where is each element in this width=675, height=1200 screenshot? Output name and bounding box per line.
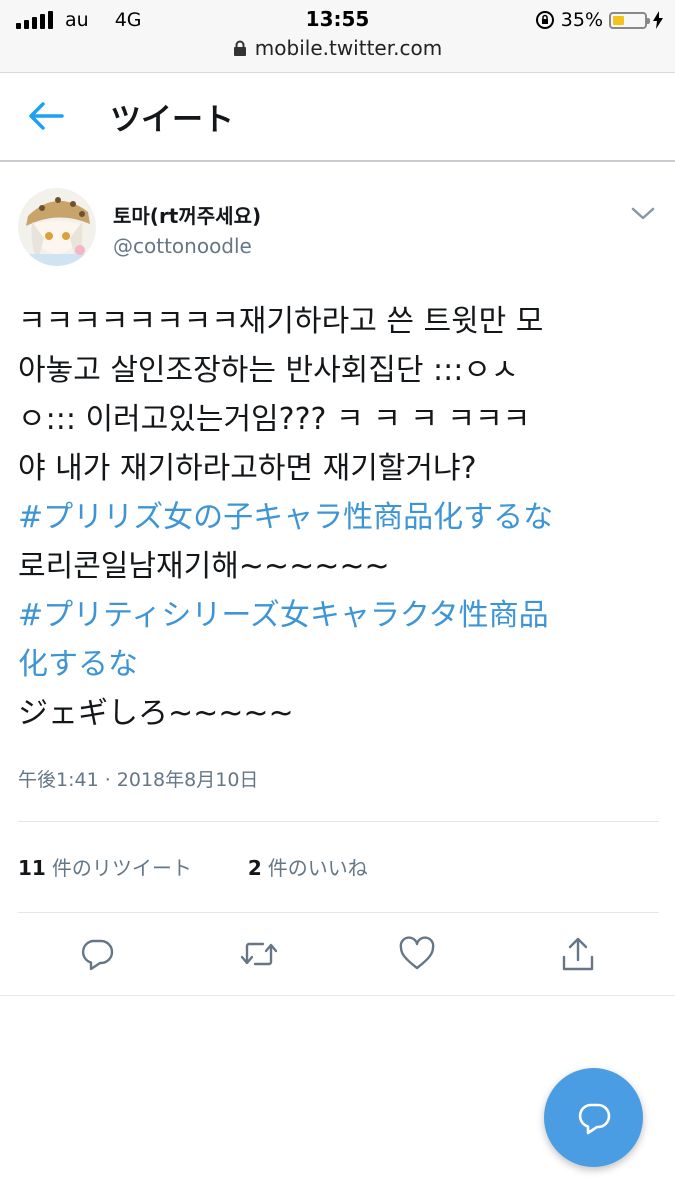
battery-icon [609,11,650,29]
hashtag-link[interactable]: 化するな [18,640,658,689]
author-handle[interactable]: @cottonoodle [113,234,252,258]
tweet-timestamp[interactable]: 午後1:41 · 2018年8月10日 [18,765,258,792]
tweet-text-line: 야 내가 재기하라고하면 재기할거냐? [18,451,477,486]
battery-percent: 35% [560,9,603,31]
like-icon [399,936,435,970]
divider [0,995,675,996]
tweet-text-line: 아놓고 살인조장하는 반사회집단 :::ㅇㅅ [18,353,519,388]
tweet-stats: 11 件のリツイート 2 件のいいね [18,852,368,881]
retweets-stat[interactable]: 11 件のリツイート [18,852,192,881]
retweets-count: 11 [18,856,46,880]
tweet-text-line: ジェギしろ~~~~~ [18,696,294,731]
avatar-image [18,188,96,266]
share-icon [562,937,594,971]
charging-bolt-icon [653,11,663,29]
retweet-button[interactable] [239,932,279,976]
status-right: 35% [535,7,663,33]
tweet-text-line: ㅋㅋㅋㅋㅋㅋㅋㅋ재기하라고 쓴 트윗만 모 [18,304,544,339]
status-bar: au 4G 13:55 35% mobile.twitter.com [0,0,675,73]
divider [18,912,659,913]
tweet-text-line: ㅇ::: 이러고있는거임??? ㅋ ㅋ ㅋ ㅋㅋㅋ [18,402,531,437]
retweets-label: 件のリツイート [51,856,192,880]
hashtag-link[interactable]: #プリリズ女の子キャラ性商品化するな [18,493,658,542]
hashtag-link[interactable]: #プリティシリーズ女キャラクタ性商品 [18,591,658,640]
likes-count: 2 [247,856,262,880]
lock-icon [233,40,246,56]
compose-icon [578,1103,610,1134]
retweet-icon [240,942,278,966]
reply-button[interactable] [77,932,117,976]
page-title: ツイート [110,102,234,138]
share-button[interactable] [558,932,598,976]
like-button[interactable] [397,932,437,976]
compose-button[interactable] [544,1068,643,1167]
divider [18,821,659,822]
likes-stat[interactable]: 2 件のいいね [248,852,368,881]
tweet-text: ㅋㅋㅋㅋㅋㅋㅋㅋ재기하라고 쓴 트윗만 모 아놓고 살인조장하는 반사회집단 :… [18,297,658,738]
avatar[interactable] [18,188,96,266]
page-header: ツイート [0,72,675,162]
author-display-name[interactable]: 토마(rt꺼주세요) [113,200,261,229]
arrow-left-icon[interactable] [26,98,66,134]
reply-icon [81,939,114,971]
tweet-actions [0,932,675,980]
address-bar[interactable]: mobile.twitter.com [0,36,675,60]
tweet-text-line: 로리콘일남재기해~~~~~~ [18,549,390,584]
rotation-lock-icon [535,11,554,29]
chevron-down-icon[interactable] [628,202,658,224]
likes-label: 件のいいね [267,856,368,880]
url-text: mobile.twitter.com [254,36,443,60]
